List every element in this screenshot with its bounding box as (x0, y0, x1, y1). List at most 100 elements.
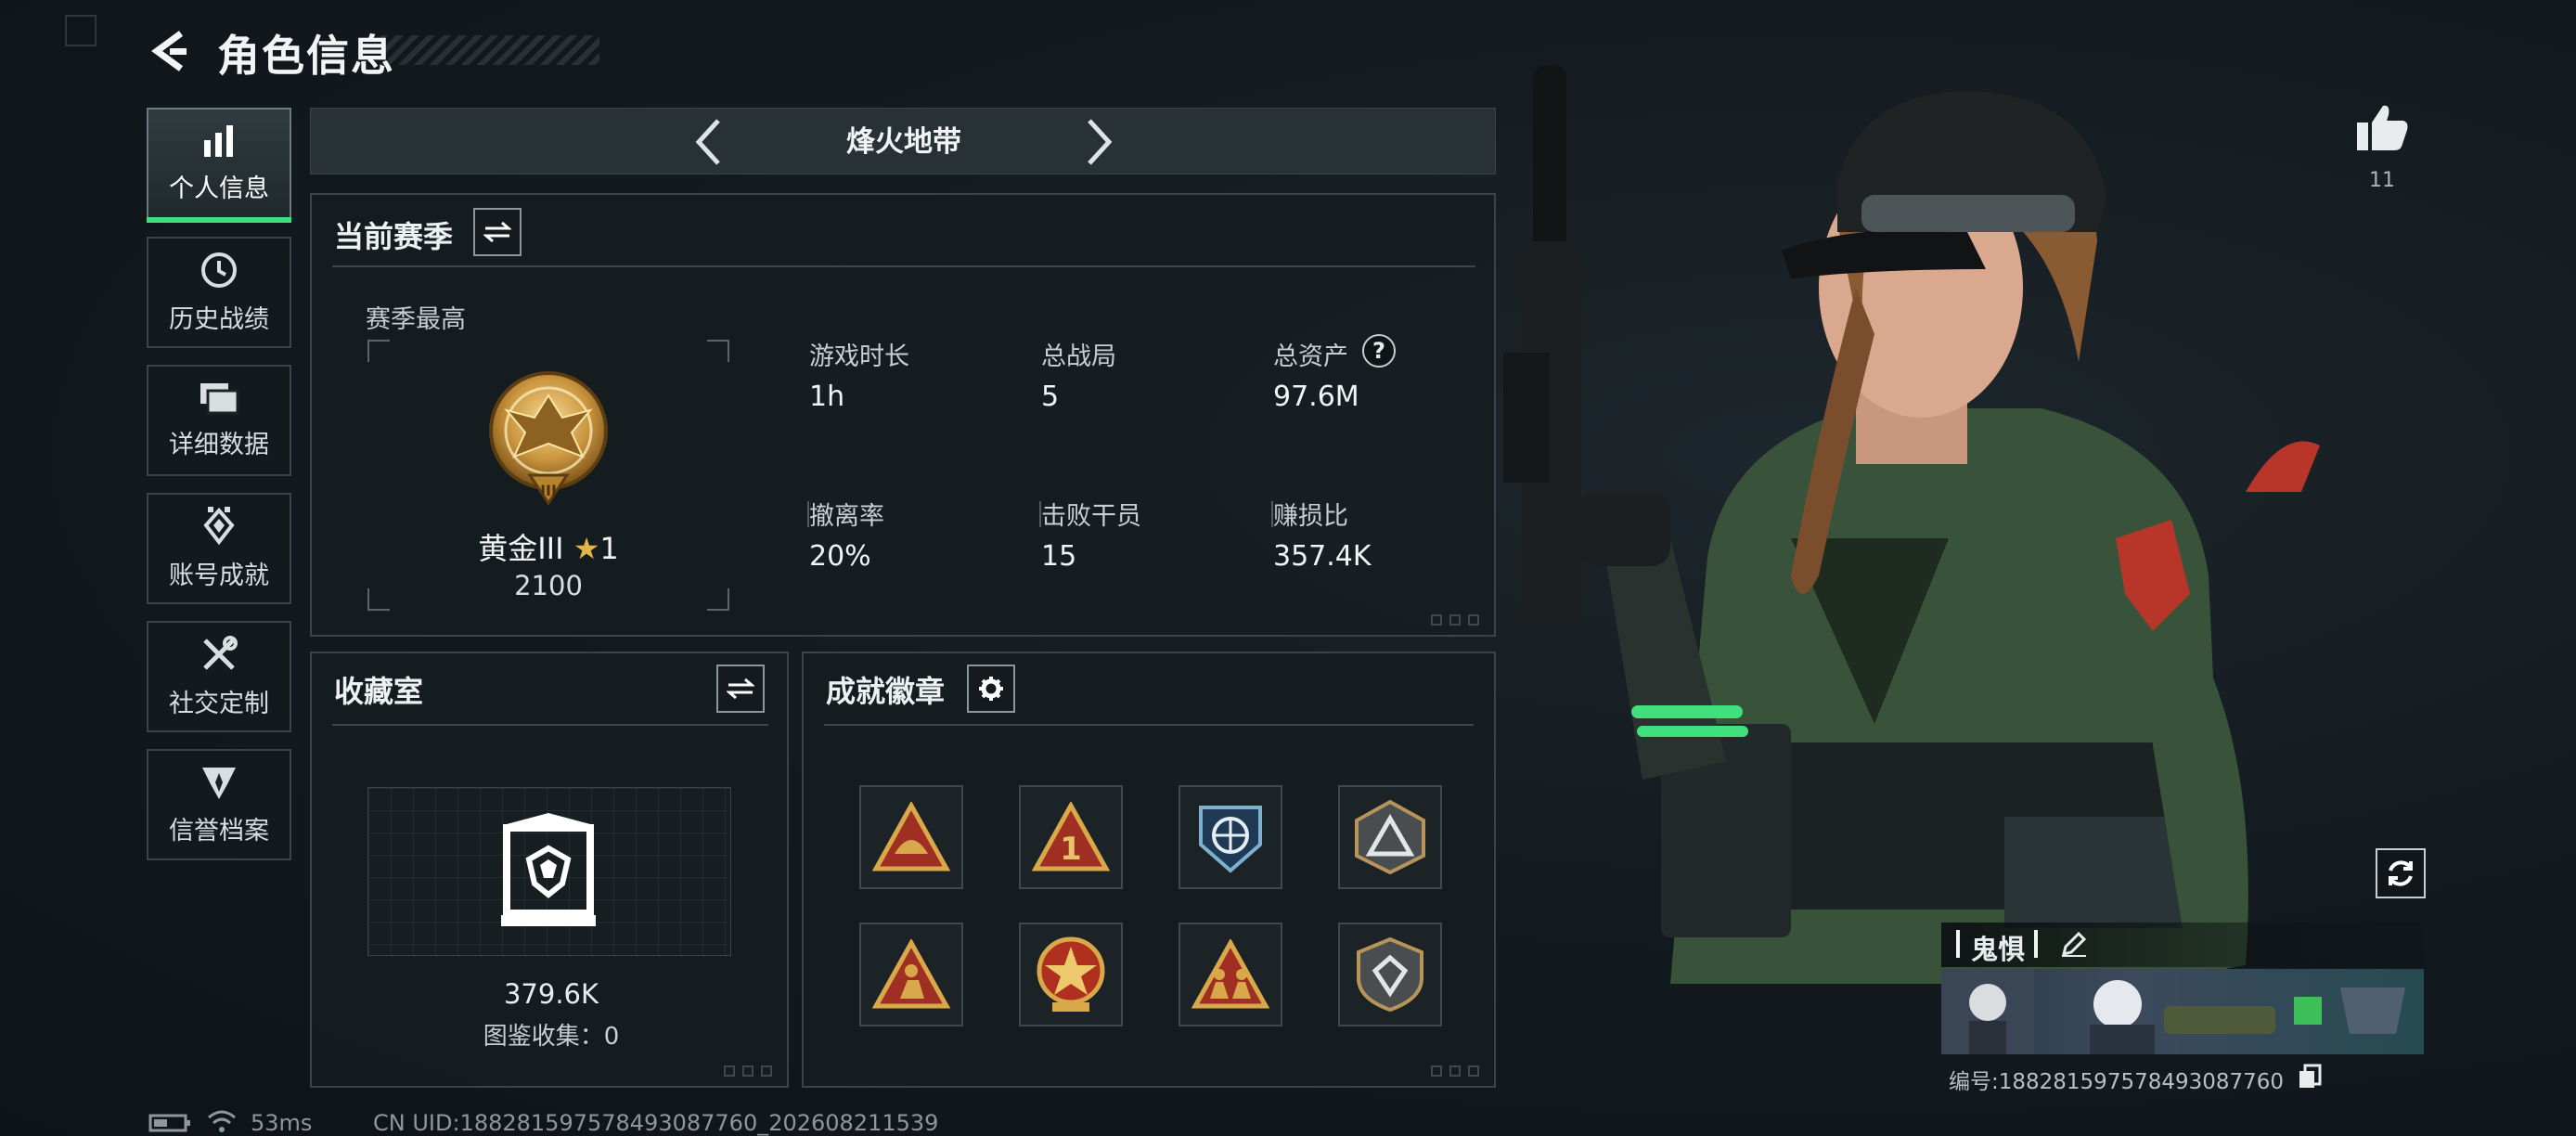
achievement-badge[interactable]: 1 (1019, 785, 1123, 889)
sidebar-item-label: 详细数据 (169, 430, 269, 459)
achievements-settings-button[interactable] (967, 665, 1015, 713)
season-switch-button[interactable] (473, 208, 522, 256)
stat-value: 15 (1041, 540, 1077, 573)
sidebar-item-achievements[interactable]: 账号成就 (147, 493, 291, 604)
stat-label: 总战局 (1041, 342, 1116, 371)
kneeling-soldier-badge-icon (872, 939, 950, 1009)
rotate-model-button[interactable] (2376, 848, 2426, 898)
sidebar-item-label: 个人信息 (169, 174, 269, 203)
back-button[interactable] (147, 28, 193, 74)
collection-count: 图鉴收集：0 (483, 1023, 620, 1051)
page-title: 角色信息 (217, 31, 395, 81)
star-icon: ★ (573, 531, 600, 566)
corner-decoration (1449, 614, 1461, 626)
copy-icon[interactable] (2298, 1064, 2322, 1090)
divider (332, 265, 1475, 267)
player-id: 编号:18828159757849308776​0 (1949, 1070, 2285, 1094)
stat-label: 赚损比 (1273, 502, 1348, 531)
chevron-right-icon (1088, 119, 1113, 165)
stat-value: 5 (1041, 381, 1060, 413)
achievements-panel: 成就徽章 1 (802, 652, 1496, 1088)
sidebar-item-label: 历史战绩 (169, 304, 269, 334)
achievement-badge[interactable] (1019, 923, 1123, 1026)
stat-value: 357.4K (1273, 540, 1372, 573)
sidebar-item-detailed-data[interactable]: 详细数据 (147, 365, 291, 476)
sidebar-item-label: 账号成就 (169, 561, 269, 590)
sidebar-item-personal-info[interactable]: 个人信息 (147, 108, 291, 223)
like-button[interactable] (2355, 102, 2409, 156)
corner-decoration (1431, 614, 1442, 626)
season-best-label: 赛季最高 (366, 305, 466, 334)
battery-icon (148, 1114, 190, 1132)
achievement-badge[interactable] (1338, 923, 1442, 1026)
sidebar-item-social[interactable]: 社交定制 (147, 621, 291, 732)
corner-decoration (1468, 1065, 1479, 1077)
rank-score: 2100 (514, 570, 583, 601)
sidebar-item-label: 社交定制 (169, 689, 269, 718)
gear-icon (979, 677, 1003, 701)
corner-decoration (1431, 1065, 1442, 1077)
squad-triangle-badge-icon (1191, 939, 1269, 1009)
gold-rank-emblem-icon: III (489, 371, 608, 506)
achievement-diamond-icon (203, 506, 235, 545)
refresh-icon (2389, 860, 2413, 886)
mode-selector: 烽火地带 (310, 108, 1496, 174)
history-clock-icon (201, 252, 237, 288)
shield-diamond-badge-icon (1357, 936, 1423, 1013)
wrench-cross-icon (203, 635, 238, 670)
achievement-badge[interactable] (859, 785, 963, 889)
corner-decoration (65, 15, 97, 46)
stat-value: 1h (809, 381, 845, 413)
prev-mode-button[interactable] (682, 116, 734, 168)
back-arrow-icon (151, 31, 187, 71)
collection-panel: 收藏室 379.6K 图鉴收集：0 (310, 652, 789, 1088)
sidebar-item-history[interactable]: 历史战绩 (147, 237, 291, 348)
ping-label: 53ms (251, 1110, 313, 1136)
number-one-triangle-badge-icon: 1 (1032, 802, 1110, 871)
edit-pencil-icon[interactable] (2060, 930, 2088, 958)
season-panel: 当前赛季 赛季最高 III 黄金III ★1 2100 游戏时长 1h 总战局 … (310, 193, 1496, 637)
divider (332, 724, 768, 726)
bar-chart-icon (204, 124, 233, 157)
uid-label: CN UID:18828159757849308776​0_2026082115… (373, 1110, 939, 1136)
corner-decoration (724, 1065, 735, 1077)
helmet-triangle-badge-icon (872, 802, 950, 871)
rank-name: 黄金III (478, 531, 564, 566)
wifi-icon (208, 1110, 236, 1132)
divider (824, 724, 1474, 726)
collection-switch-button[interactable] (716, 665, 765, 713)
divider (1956, 930, 1960, 958)
corner-decoration (1449, 1065, 1461, 1077)
stat-label: 击败干员 (1041, 502, 1141, 531)
corner-decoration (1468, 614, 1479, 626)
thumbs-up-icon (2357, 105, 2408, 150)
achievements-title: 成就徽章 (826, 674, 946, 709)
stat-label: 游戏时长 (809, 342, 909, 371)
red-star-badge-icon (1037, 936, 1105, 1012)
sidebar-item-reputation[interactable]: 信誉档案 (147, 749, 291, 860)
banner-artwork (1941, 969, 2405, 1054)
stat-value: 97.6M (1273, 381, 1359, 413)
swap-arrows-icon (483, 221, 511, 243)
rank-stars: 1 (599, 531, 619, 566)
corner-decoration (761, 1065, 772, 1077)
achievement-badge[interactable] (1179, 923, 1282, 1026)
achievement-badge[interactable] (859, 923, 963, 1026)
svg-text:III: III (540, 482, 557, 499)
divider (2034, 930, 2038, 958)
next-mode-button[interactable] (1074, 116, 1126, 168)
rank-line: 黄金III ★1 (367, 525, 729, 568)
achievement-badge[interactable] (1179, 785, 1282, 889)
swap-arrows-icon (727, 678, 754, 700)
player-card-banner[interactable] (1941, 969, 2424, 1054)
player-name: 鬼惧 (1971, 934, 2026, 965)
player-name-bar: 鬼惧 (1941, 923, 2424, 967)
shield-emblem-icon (202, 767, 236, 799)
folders-icon (200, 382, 239, 414)
help-button[interactable]: ? (1362, 334, 1396, 368)
svg-text:1: 1 (1060, 831, 1082, 868)
achievement-badge[interactable] (1338, 785, 1442, 889)
mountain-triangle-badge-icon (1355, 799, 1425, 875)
collection-title: 收藏室 (334, 674, 424, 709)
like-count: 11 (2369, 169, 2395, 192)
